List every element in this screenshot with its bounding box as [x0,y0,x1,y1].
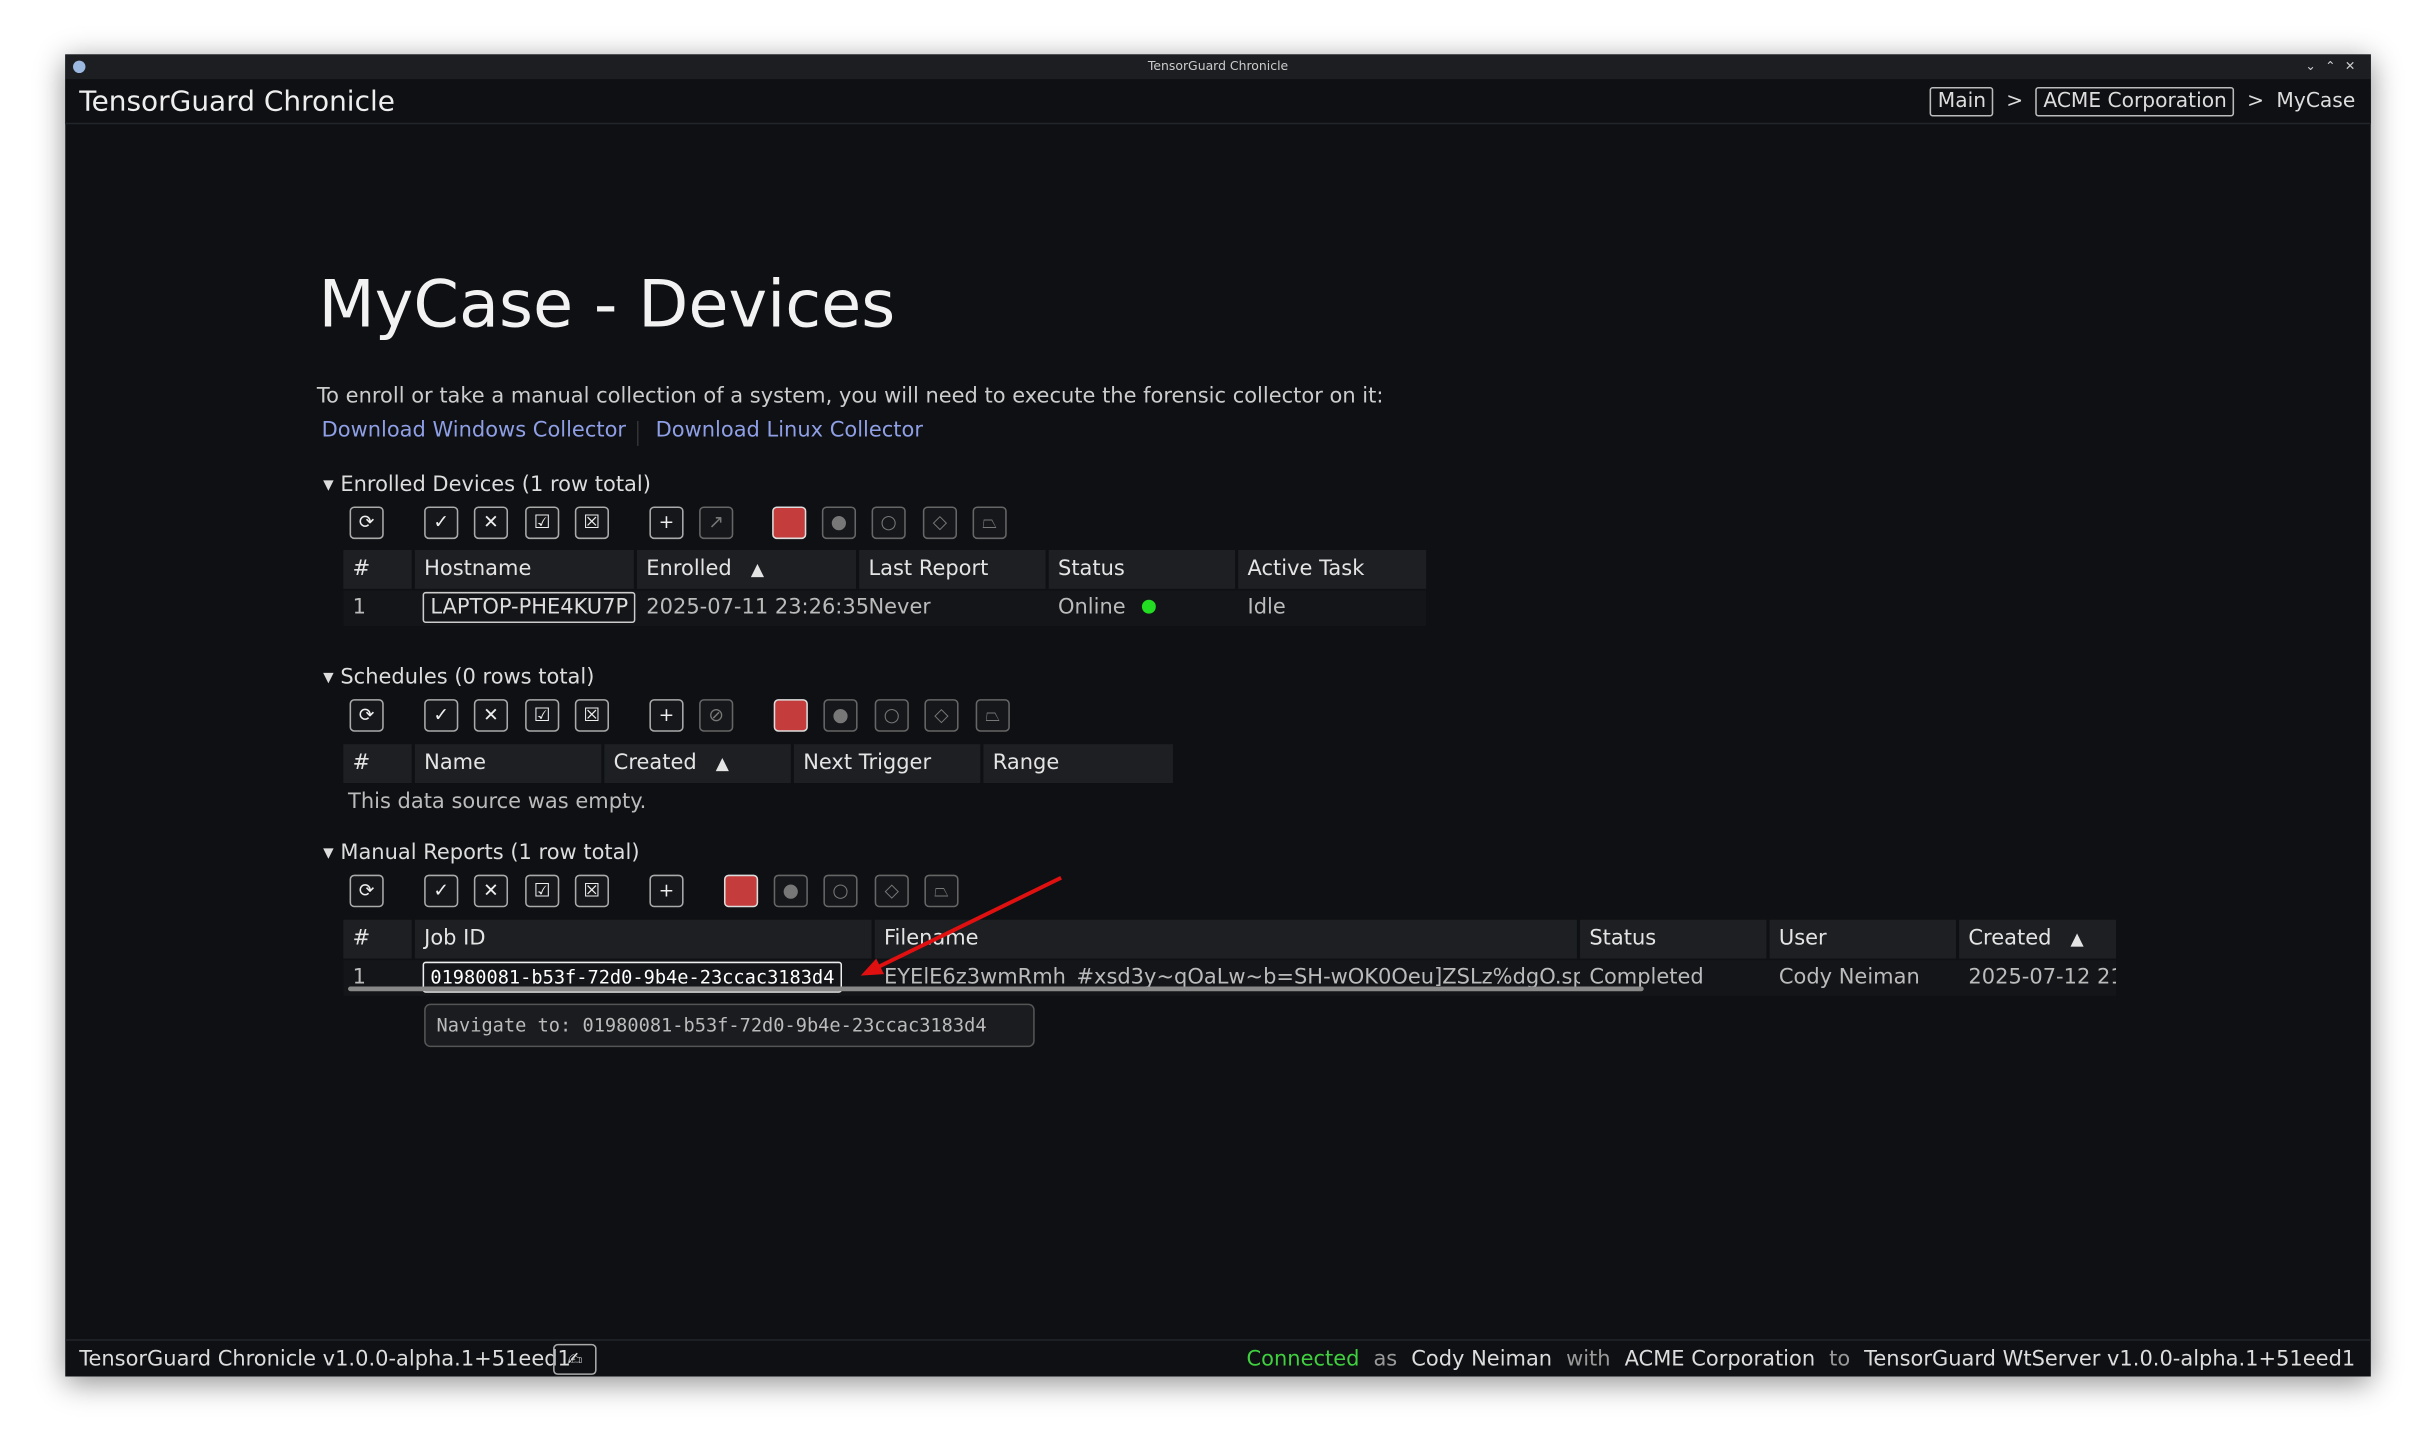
status-label: as [1373,1341,1397,1378]
filled-circle-button[interactable]: ● [774,875,808,908]
check-box-icon: ☑ [534,704,551,726]
status-server: TensorGuard WtServer v1.0.0-alpha.1+51ee… [1864,1341,2355,1378]
plus-button[interactable]: + [649,875,683,908]
app-window: TensorGuard Chronicle ⌄⌃✕ TensorGuard Ch… [65,54,2371,1376]
x-box-icon: ☒ [584,511,601,533]
check-box-button[interactable]: ☑ [525,699,559,732]
circle-icon: ○ [884,704,900,726]
x-icon: ✕ [483,704,499,726]
task-icon: ↗ [708,511,724,533]
flag-icon: ⏢ [985,704,1000,726]
x-box-icon: ☒ [584,704,601,726]
flag-icon: ⏢ [982,511,997,533]
check-icon: ✓ [433,879,449,901]
about-button[interactable]: ✍ [553,1344,597,1375]
plus-button[interactable]: + [649,699,683,732]
x-button[interactable]: ✕ [474,699,508,732]
status-org: ACME Corporation [1625,1341,1816,1378]
status-label: with [1566,1341,1611,1378]
x-icon: ✕ [483,511,499,533]
red-color-button[interactable] [772,506,806,539]
refresh-icon: ⟳ [359,704,375,726]
connection-status: Connected [1247,1341,1360,1378]
x-button[interactable]: ✕ [474,506,508,539]
signature-icon: ✍ [567,1349,583,1371]
flag-button[interactable]: ⏢ [973,506,1007,539]
red-color-button[interactable] [724,875,758,908]
tag-button[interactable]: ◇ [875,875,909,908]
refresh-button[interactable]: ⟳ [350,699,384,732]
circle-button[interactable]: ○ [875,699,909,732]
tag-icon: ◇ [885,879,899,901]
disable-icon: ⊘ [708,704,724,726]
check-button[interactable]: ✓ [424,875,458,908]
refresh-button[interactable]: ⟳ [350,875,384,908]
x-box-button[interactable]: ☒ [575,875,609,908]
check-box-button[interactable]: ☑ [525,506,559,539]
tag-button[interactable]: ◇ [923,506,957,539]
plus-icon: + [659,704,675,726]
task-button[interactable]: ↗ [699,506,733,539]
tag-icon: ◇ [934,704,948,726]
check-box-icon: ☑ [534,511,551,533]
filled-circle-icon: ● [832,704,848,726]
filled-circle-icon: ● [831,511,847,533]
flag-button[interactable]: ⏢ [924,875,958,908]
x-icon: ✕ [483,879,499,901]
red-color-button[interactable] [774,699,808,732]
refresh-icon: ⟳ [359,879,375,901]
check-box-icon: ☑ [534,879,551,901]
app-version: TensorGuard Chronicle v1.0.0-alpha.1+51e… [79,1341,571,1378]
tag-icon: ◇ [933,511,947,533]
filled-circle-button[interactable]: ● [822,506,856,539]
circle-button[interactable]: ○ [872,506,906,539]
annotation-arrow-icon [65,54,2371,1376]
plus-icon: + [659,511,675,533]
check-icon: ✓ [433,704,449,726]
status-bar: TensorGuard Chronicle v1.0.0-alpha.1+51e… [65,1339,2371,1376]
check-button[interactable]: ✓ [424,699,458,732]
check-button[interactable]: ✓ [424,506,458,539]
plus-button[interactable]: + [649,506,683,539]
tag-button[interactable]: ◇ [924,699,958,732]
refresh-icon: ⟳ [359,511,375,533]
x-button[interactable]: ✕ [474,875,508,908]
plus-icon: + [659,879,675,901]
x-box-icon: ☒ [584,879,601,901]
x-box-button[interactable]: ☒ [575,699,609,732]
status-user: Cody Neiman [1411,1341,1552,1378]
circle-button[interactable]: ○ [823,875,857,908]
flag-icon: ⏢ [934,879,949,901]
check-icon: ✓ [433,511,449,533]
filled-circle-button[interactable]: ● [823,699,857,732]
check-box-button[interactable]: ☑ [525,875,559,908]
flag-button[interactable]: ⏢ [976,699,1010,732]
x-box-button[interactable]: ☒ [575,506,609,539]
filled-circle-icon: ● [783,879,799,901]
circle-icon: ○ [881,511,897,533]
circle-icon: ○ [832,879,848,901]
refresh-button[interactable]: ⟳ [350,506,384,539]
disable-button[interactable]: ⊘ [699,699,733,732]
status-label: to [1829,1341,1850,1378]
